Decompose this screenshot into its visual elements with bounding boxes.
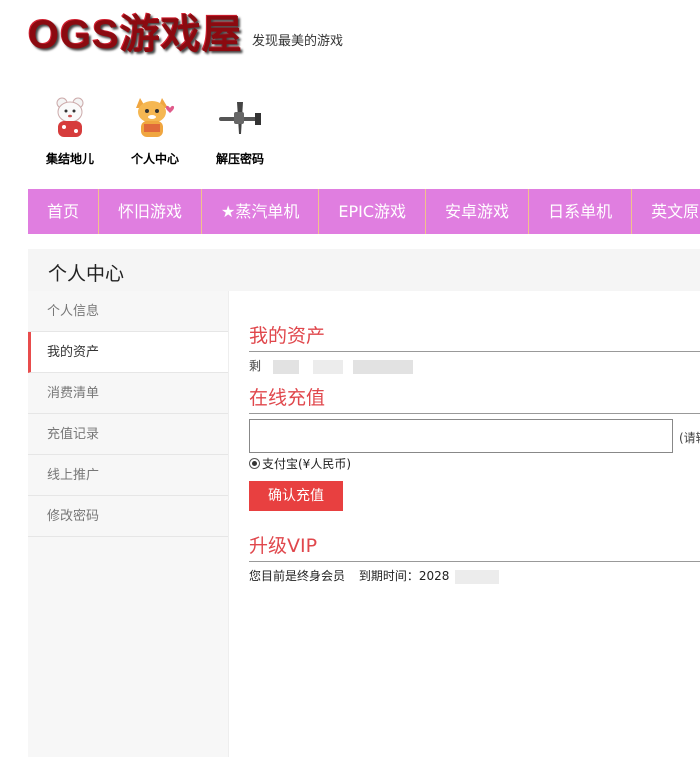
assets-balance: 剩	[249, 357, 413, 374]
redacted-value	[352, 359, 413, 374]
confirm-recharge-button[interactable]: 确认充值	[249, 481, 343, 511]
vip-status: 您目前是终身会员	[249, 569, 346, 583]
page-title: 个人中心	[48, 263, 125, 285]
payment-option-label: 支付宝(¥人民币)	[262, 457, 351, 471]
recharge-amount-input[interactable]	[249, 419, 673, 453]
quick-link-gathering[interactable]: 集结地儿	[35, 92, 105, 167]
nav-item-android[interactable]: 安卓游戏	[426, 189, 530, 234]
bear-mascot-icon	[45, 92, 95, 144]
vip-expiry: 到期时间：2028	[358, 569, 450, 583]
site-logo[interactable]: OGS游戏屋	[28, 8, 243, 62]
quick-link-profile[interactable]: 个人中心	[120, 92, 190, 167]
sidebar-item-assets[interactable]: 我的资产	[28, 332, 228, 373]
header: OGS游戏屋 发现最美的游戏	[0, 0, 700, 80]
nav-item-english[interactable]: 英文原	[632, 189, 700, 234]
radio-selected-icon[interactable]	[249, 458, 260, 469]
quick-links: 集结地儿 个人中心 解压密码	[0, 92, 700, 172]
nav-item-steam[interactable]: ★蒸汽单机	[202, 189, 320, 234]
quick-link-label: 个人中心	[130, 152, 179, 166]
main-content: 我的资产 剩 在线充值 (请输 支付宝(¥人民币) 确认充值 升级VIP 您目前…	[249, 291, 700, 757]
quick-link-password[interactable]: 解压密码	[205, 92, 275, 167]
page-header: 个人中心	[28, 249, 700, 291]
site-slogan: 发现最美的游戏	[252, 34, 344, 49]
sidebar-item-promotion[interactable]: 线上推广	[28, 455, 228, 496]
sidebar-item-profile[interactable]: 个人信息	[28, 291, 228, 332]
nav-item-japanese[interactable]: 日系单机	[529, 189, 633, 234]
redacted-value	[272, 359, 299, 374]
nav-item-retro[interactable]: 怀旧游戏	[99, 189, 203, 234]
sidebar-item-purchases[interactable]: 消费清单	[28, 373, 228, 414]
sidebar-item-recharge-history[interactable]: 充值记录	[28, 414, 228, 455]
recharge-title: 在线充值	[249, 383, 700, 414]
sidebar-item-change-password[interactable]: 修改密码	[28, 496, 228, 537]
vip-status-line: 您目前是终身会员 到期时间：2028	[249, 567, 500, 584]
nav-item-epic[interactable]: EPIC游戏	[319, 189, 427, 234]
quick-link-label: 集结地儿	[45, 152, 94, 166]
cat-mascot-icon	[130, 92, 180, 144]
recharge-hint: (请输	[679, 431, 700, 445]
assets-balance-prefix: 剩	[249, 359, 262, 373]
quick-link-label: 解压密码	[215, 152, 264, 166]
nav-item-home[interactable]: 首页	[28, 189, 100, 234]
assets-title: 我的资产	[249, 321, 700, 352]
sidebar: 个人信息 我的资产 消费清单 充值记录 线上推广 修改密码	[28, 291, 229, 757]
redacted-value	[455, 569, 500, 584]
main-nav: 首页 怀旧游戏 ★蒸汽单机 EPIC游戏 安卓游戏 日系单机 英文原	[28, 189, 700, 234]
redacted-value	[312, 359, 343, 374]
vip-title: 升级VIP	[249, 531, 700, 562]
airplane-icon	[215, 92, 265, 144]
payment-option-alipay[interactable]: 支付宝(¥人民币)	[249, 455, 351, 472]
